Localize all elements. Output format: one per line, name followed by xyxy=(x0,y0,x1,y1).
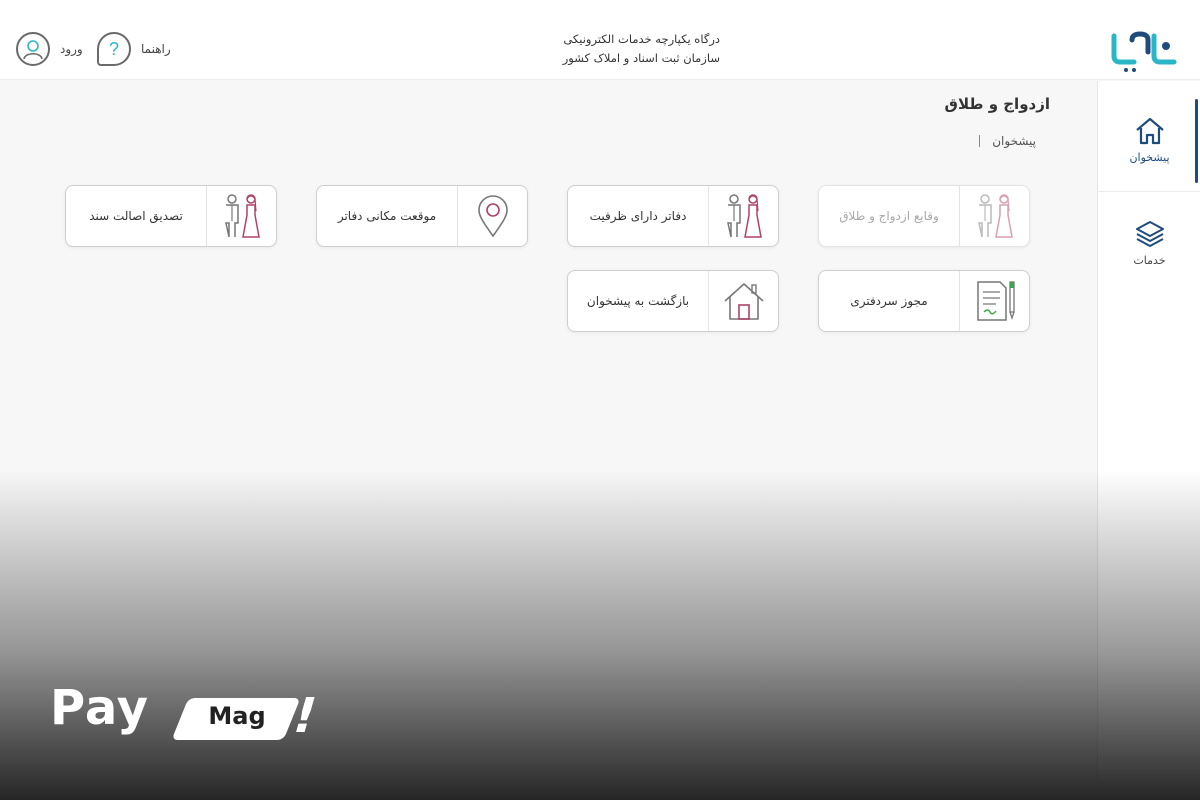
login-label: ورود xyxy=(60,42,83,56)
couple-icon xyxy=(959,186,1029,246)
watermark-pay: Pay xyxy=(50,680,150,736)
breadcrumb-dashboard[interactable]: پیشخوان xyxy=(992,134,1036,148)
card-office-locations[interactable]: موقعت مکانی دفاتر xyxy=(316,185,528,247)
card-label: موقعت مکانی دفاتر xyxy=(337,209,437,223)
couple-icon xyxy=(708,186,778,246)
paymag-watermark-logo: Pay Mag ! xyxy=(50,680,324,750)
watermark-mag: Mag xyxy=(208,702,266,730)
card-label: تصدیق اصالت سند xyxy=(89,209,183,223)
card-marriage-divorce-events[interactable]: وقایع ازدواج و طلاق xyxy=(818,185,1030,247)
active-indicator xyxy=(1195,99,1198,183)
sidebar-item-dashboard[interactable]: پیشخوان xyxy=(1098,81,1200,191)
bottom-shadow-overlay xyxy=(0,470,1200,800)
help-button[interactable]: ? راهنما xyxy=(97,32,171,66)
card-label: مجوز سردفتری xyxy=(850,294,928,308)
card-document-authentication[interactable]: تصدیق اصالت سند xyxy=(65,185,277,247)
portal-title-line2: سازمان ثبت اسناد و املاک کشور xyxy=(562,51,720,65)
help-icon: ? xyxy=(97,32,131,66)
home-icon xyxy=(1135,117,1164,145)
house-icon xyxy=(708,271,778,331)
page-title: ازدواج و طلاق xyxy=(944,95,1050,113)
layers-icon xyxy=(1135,221,1164,247)
card-label: بازگشت به پیشخوان xyxy=(586,294,690,308)
location-pin-icon xyxy=(457,186,527,246)
card-offices-with-capacity[interactable]: دفاتر دارای ظرفیت xyxy=(567,185,779,247)
breadcrumb-separator xyxy=(979,135,981,147)
document-pen-icon xyxy=(959,271,1029,331)
breadcrumb: پیشخوان xyxy=(979,134,1036,148)
help-label: راهنما xyxy=(141,42,171,56)
sidebar-item-label: خدمات xyxy=(1133,254,1166,267)
sidebar-item-label: پیشخوان xyxy=(1129,151,1170,164)
sidebar-item-services[interactable]: خدمات xyxy=(1098,192,1200,302)
card-label: وقایع ازدواج و طلاق xyxy=(839,209,939,223)
sidebar: پیشخوان خدمات xyxy=(1097,81,1200,781)
top-header: ورود ? راهنما درگاه یکپارچه خدمات الکترو… xyxy=(0,0,1200,80)
sabt-man-logo[interactable] xyxy=(1108,26,1180,72)
user-icon xyxy=(16,32,50,66)
card-label: دفاتر دارای ظرفیت xyxy=(589,209,687,223)
portal-title: درگاه یکپارچه خدمات الکترونیکی سازمان ثب… xyxy=(520,30,720,68)
card-notary-license[interactable]: مجوز سردفتری xyxy=(818,270,1030,332)
login-button[interactable]: ورود xyxy=(16,32,83,66)
card-back-to-dashboard[interactable]: بازگشت به پیشخوان xyxy=(567,270,779,332)
portal-title-line1: درگاه یکپارچه خدمات الکترونیکی xyxy=(563,32,720,46)
couple-icon xyxy=(206,186,276,246)
